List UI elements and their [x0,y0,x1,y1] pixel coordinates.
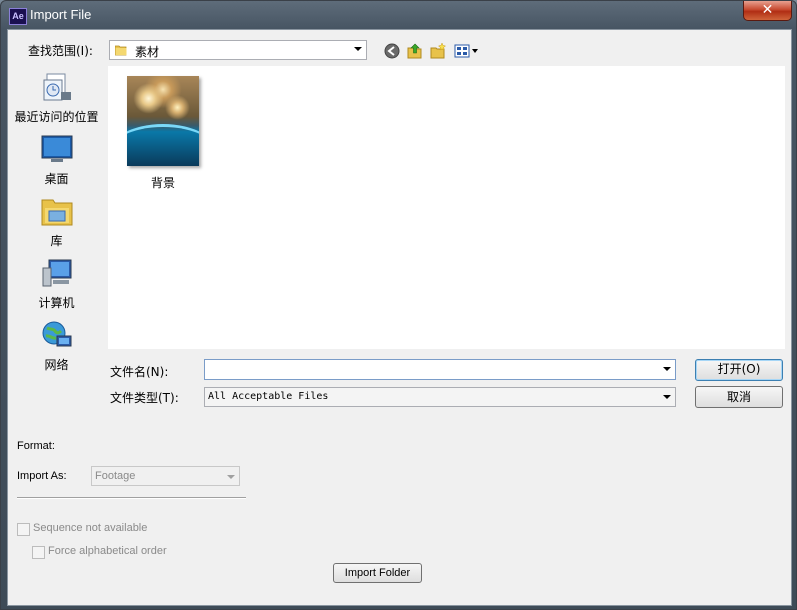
network-icon [42,321,71,347]
sidebar-item-label: 计算机 [38,296,75,310]
title-bar[interactable]: Ae Import File ✕ [1,1,796,29]
sidebar-item-desktop[interactable]: 桌面 [10,134,103,187]
options-divider [17,497,246,499]
chevron-down-icon [663,395,671,399]
import-folder-button[interactable]: Import Folder [333,563,422,583]
folder-icon [115,45,127,56]
sequence-label: Sequence not available [33,522,148,534]
import-as-dropdown[interactable]: Footage [91,466,240,486]
import-as-value: Footage [95,470,136,482]
places-sidebar: 最近访问的位置 桌面 库 计算机 网络 [10,66,103,422]
look-in-dropdown[interactable]: 素材 [109,40,367,60]
sequence-checkbox[interactable] [17,523,30,536]
desktop-icon [41,135,72,162]
file-type-dropdown[interactable]: All Acceptable Files [204,387,676,407]
up-folder-icon[interactable] [407,43,423,59]
recent-places-icon [43,73,71,101]
libraries-icon [41,199,72,226]
look-in-label: 查找范围(I): [28,44,93,58]
file-type-value: All Acceptable Files [208,391,329,402]
chevron-down-icon[interactable] [663,367,671,371]
file-thumbnail[interactable] [127,76,199,166]
computer-icon [42,259,71,287]
sidebar-item-label: 网络 [44,358,69,372]
after-effects-app-icon: Ae [9,8,27,25]
force-alphabetical-checkbox[interactable] [32,546,45,559]
view-menu-icon[interactable] [454,43,480,59]
sidebar-item-label: 库 [50,234,63,248]
format-label: Format: [17,440,55,452]
back-icon[interactable] [384,43,400,59]
open-button[interactable]: 打开(O) [695,359,783,381]
file-name: 背景 [150,176,175,190]
window-title: Import File [30,7,92,22]
file-type-label: 文件类型(T): [110,391,179,405]
import-as-label: Import As: [17,470,67,482]
sidebar-item-computer[interactable]: 计算机 [10,258,103,311]
new-folder-icon[interactable] [430,43,446,59]
sidebar-item-network[interactable]: 网络 [10,320,103,373]
sidebar-item-recent-places[interactable]: 最近访问的位置 [10,72,103,125]
sidebar-item-label: 最近访问的位置 [14,110,99,124]
chevron-down-icon [354,47,362,51]
force-alphabetical-label: Force alphabetical order [48,545,167,557]
sidebar-item-libraries[interactable]: 库 [10,196,103,249]
dialog-body: 查找范围(I): 素材 最近访问的位置 桌面 库 计算机 网络 背景 文件名(N… [7,29,792,606]
import-file-dialog: Ae Import File ✕ 查找范围(I): 素材 最近访问的位置 桌面 … [0,0,797,610]
look-in-value: 素材 [135,45,160,59]
file-name-input[interactable] [204,359,676,380]
cancel-button[interactable]: 取消 [695,386,783,408]
file-list-view[interactable]: 背景 [108,66,785,349]
close-button[interactable]: ✕ [743,1,792,21]
file-name-label: 文件名(N): [110,365,169,379]
sidebar-item-label: 桌面 [44,172,69,186]
chevron-down-icon [227,475,235,479]
